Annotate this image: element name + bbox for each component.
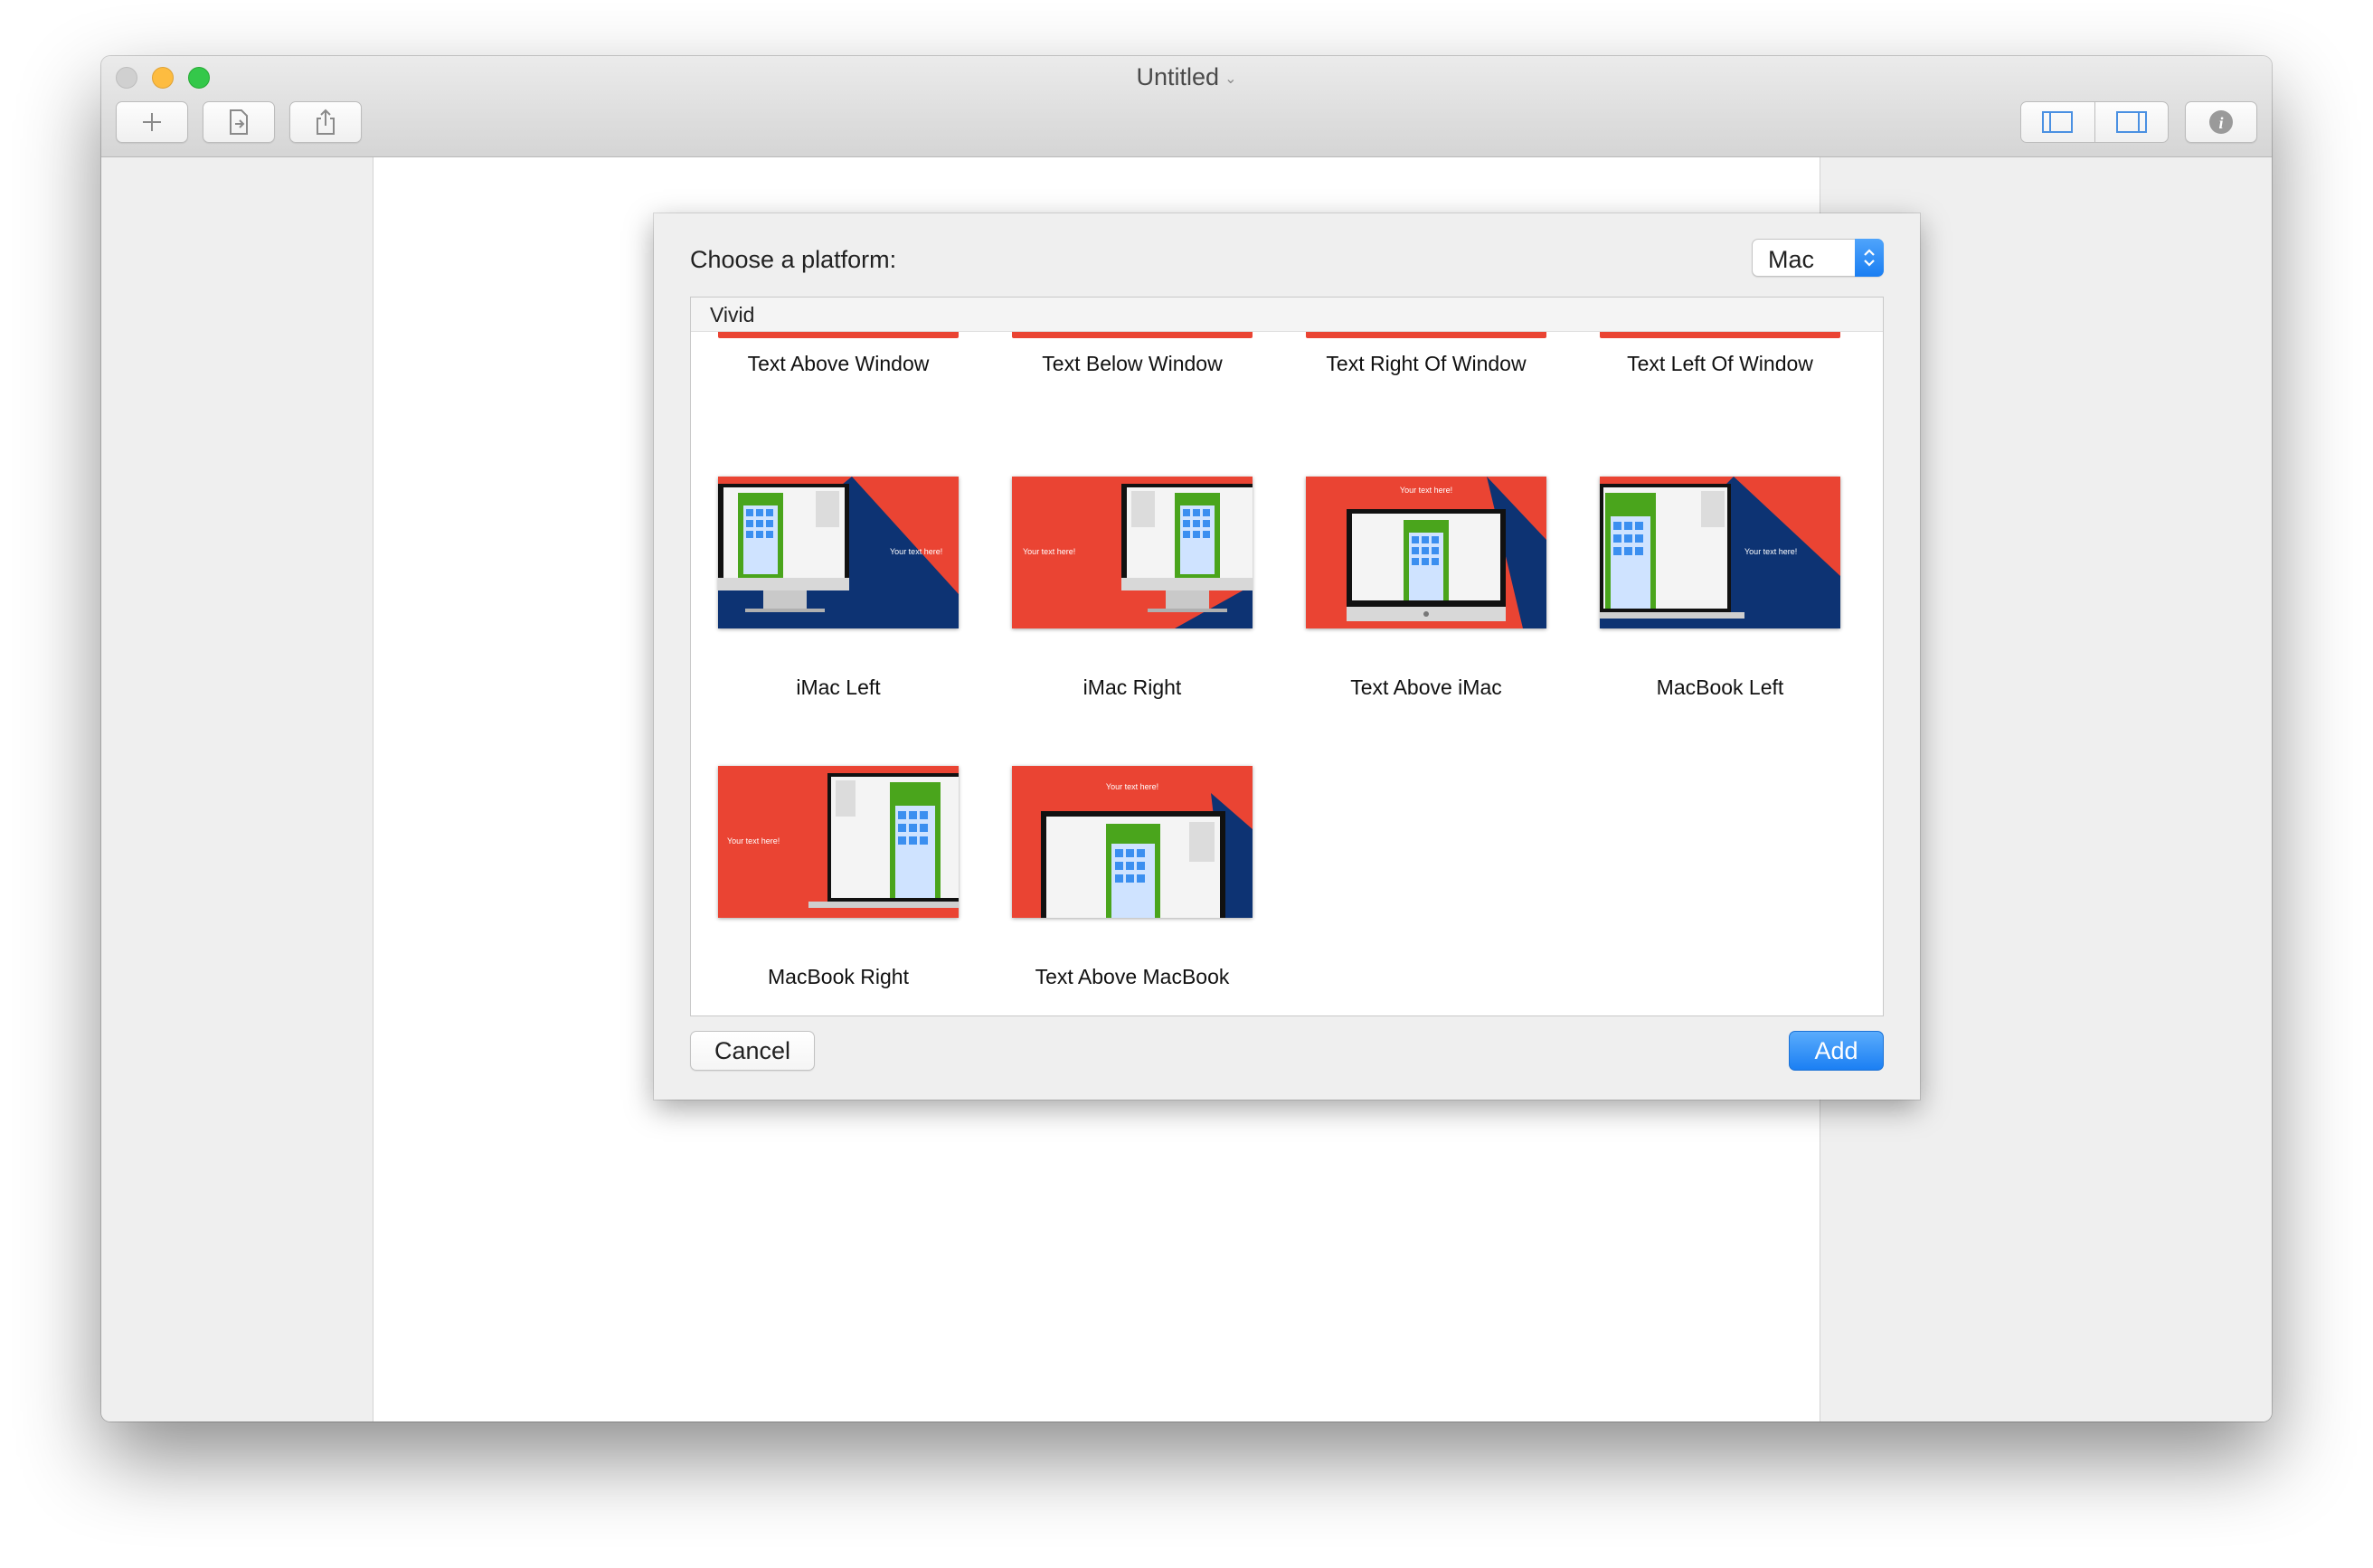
template-label[interactable]: Text Right Of Window [1279,352,1574,376]
platform-select[interactable]: Mac [1752,239,1884,277]
thumbnail-caption: Your text here! [1400,486,1452,495]
template-label[interactable]: Text Below Window [985,352,1280,376]
template-grid: Vivid Text Above Window Text Below Windo… [690,297,1884,1016]
cancel-button[interactable]: Cancel [690,1031,815,1071]
toggle-right-panel-button[interactable] [2094,102,2169,142]
template-label[interactable]: Text Above Window [691,352,986,376]
thumbnail-caption: Your text here! [1106,782,1158,791]
template-thumbnail-partial[interactable] [1600,332,1840,338]
template-thumbnail-partial[interactable] [718,332,959,338]
info-button[interactable]: i [2185,101,2257,143]
thumbnail-caption: Your text here! [890,547,942,556]
group-header: Vivid [691,298,1883,332]
export-document-icon [230,109,248,135]
template-label[interactable]: iMac Left [691,675,986,700]
template-thumbnail-macbook-right[interactable]: Your text here! [718,766,959,918]
up-down-arrows-icon [1855,239,1884,277]
template-thumbnail-partial[interactable] [1012,332,1253,338]
window-title[interactable]: Untitled ⌄ [101,63,2272,91]
share-icon [317,109,335,135]
template-label[interactable]: MacBook Left [1573,675,1867,700]
title-bar: Untitled ⌄ i [101,56,2272,157]
thumbnail-caption: Your text here! [1023,547,1075,556]
template-thumbnail-text-above-imac[interactable]: Your text here! [1306,477,1546,628]
template-thumbnail-macbook-left[interactable]: Your text here! [1600,477,1840,628]
add-button-primary[interactable]: Add [1789,1031,1884,1071]
platform-label: Choose a platform: [690,246,897,273]
left-sidebar [101,157,373,1422]
template-label[interactable]: MacBook Right [691,965,986,989]
window-title-text: Untitled [1136,63,1220,90]
left-sidebar-icon [2042,111,2074,133]
app-window: Untitled ⌄ i Choose a platform: Mac Vivi… [101,56,2272,1422]
chevron-down-icon: ⌄ [1224,71,1237,87]
svg-text:i: i [2218,114,2223,132]
plus-icon [143,113,161,131]
group-title: Vivid [710,303,755,326]
share-button[interactable] [289,101,362,143]
template-label[interactable]: Text Above iMac [1279,675,1574,700]
platform-select-value: Mac [1768,246,1815,273]
template-thumbnail-partial[interactable] [1306,332,1546,338]
platform-sheet: Choose a platform: Mac Vivid Text Above … [654,213,1920,1100]
thumbnail-caption: Your text here! [727,836,780,845]
template-thumbnail-imac-left[interactable]: Your text here! [718,477,959,628]
template-label[interactable]: Text Left Of Window [1573,352,1867,376]
right-sidebar-icon [2115,111,2147,133]
toggle-left-panel-button[interactable] [2021,102,2094,142]
template-thumbnail-text-above-macbook[interactable]: Your text here! [1012,766,1253,918]
export-button[interactable] [203,101,275,143]
template-label[interactable]: Text Above MacBook [985,965,1280,989]
add-button[interactable] [116,101,188,143]
info-icon: i [2209,110,2233,134]
template-label[interactable]: iMac Right [985,675,1280,700]
thumbnail-caption: Your text here! [1744,547,1797,556]
panel-toggle-segmented [2020,101,2169,143]
template-thumbnail-imac-right[interactable]: Your text here! [1012,477,1253,628]
